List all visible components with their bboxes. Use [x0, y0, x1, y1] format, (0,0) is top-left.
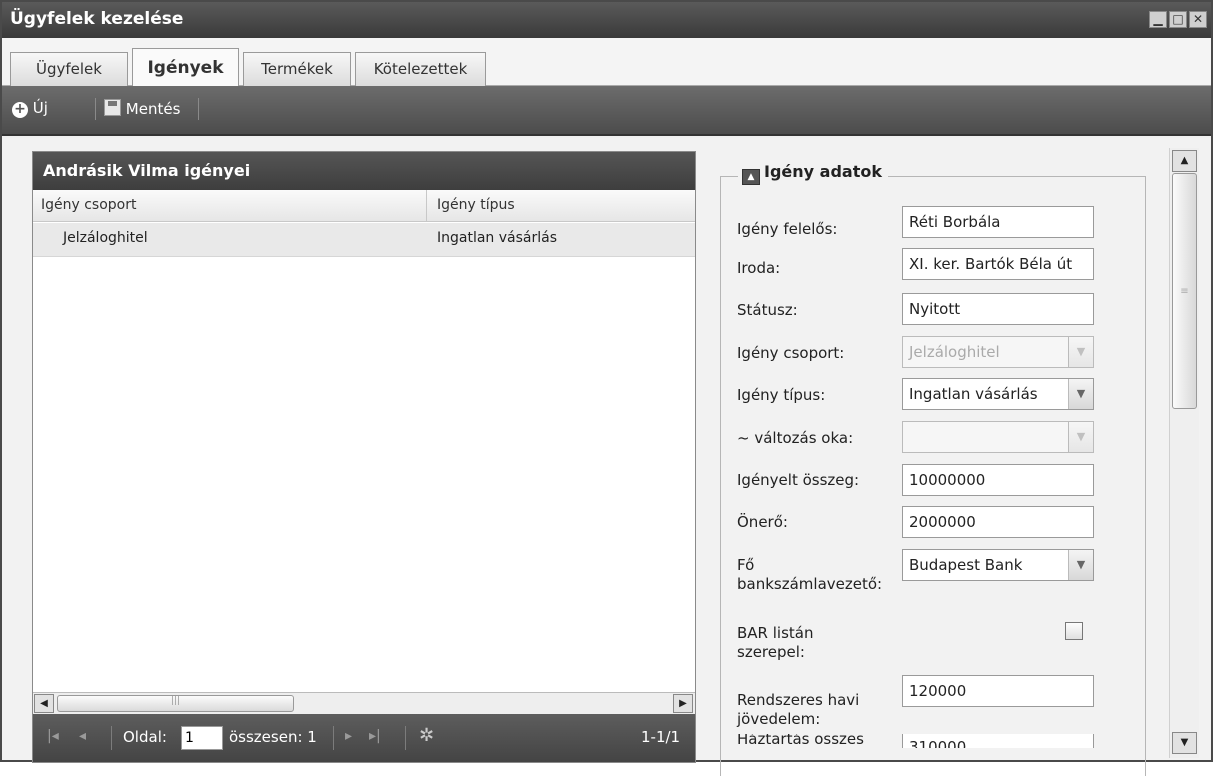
content-area: Andrásik Vilma igényei Igény csoport Igé… [2, 138, 1211, 776]
label-iroda: Iroda: [737, 259, 781, 277]
label-igeny-tipus: Igény típus: [737, 386, 826, 404]
label-igeny-csoport: Igény csoport: [737, 344, 845, 362]
igeny-tipus-select[interactable]: Ingatlan vásárlás ▼ [902, 378, 1094, 410]
tab-igenyek[interactable]: Igények [132, 48, 239, 87]
first-page-icon[interactable]: |◂ [47, 728, 59, 744]
label-bar-listan: BAR listán szerepel: [737, 624, 813, 662]
toolbar-separator [198, 98, 199, 120]
scroll-up-icon[interactable]: ▲ [1172, 150, 1197, 172]
igeny-felelos-field[interactable]: Réti Borbála [902, 206, 1094, 238]
rendszeres-havi-jovedelem-field[interactable]: 120000 [902, 675, 1094, 707]
scroll-right-icon[interactable]: ▶ [673, 694, 693, 713]
tab-bar: Ügyfelek Igények Termékek Kötelezettek [2, 38, 1211, 87]
floppy-disk-icon [104, 99, 121, 116]
onero-field[interactable]: 2000000 [902, 506, 1094, 538]
tab-termekek[interactable]: Termékek [243, 52, 351, 86]
requests-grid: Andrásik Vilma igényei Igény csoport Igé… [32, 151, 696, 763]
fo-bankszamlavezeto-value: Budapest Bank [909, 556, 1023, 574]
label-line: szerepel: [737, 643, 805, 661]
page-range: 1-1/1 [641, 728, 681, 746]
label-igeny-felelos: Igény felelős: [737, 220, 838, 238]
label-haztartas-osszes: Háztartás összes [737, 734, 864, 748]
tab-ugyfelek[interactable]: Ügyfelek [10, 52, 128, 86]
fieldset-legend[interactable]: ▲ Igény adatok [738, 162, 888, 185]
maximize-icon[interactable]: □ [1169, 11, 1187, 28]
label-onero: Önerő: [737, 513, 788, 531]
igeny-csoport-select: Jelzáloghitel ▼ [902, 336, 1094, 368]
label-rendszeres-havi-jovedelem: Rendszeres havi jövedelem: [737, 691, 859, 729]
toolbar-separator [95, 98, 96, 120]
scroll-thumb[interactable]: ≡ [1172, 173, 1197, 409]
chevron-down-icon[interactable]: ▼ [1068, 550, 1093, 580]
igeny-tipus-value: Ingatlan vásárlás [909, 385, 1038, 403]
label-line: jövedelem: [737, 710, 821, 728]
fo-bankszamlavezeto-select[interactable]: Budapest Bank ▼ [902, 549, 1094, 581]
window: Ügyfelek kezelése ▁ □ ✕ Ügyfelek Igények… [0, 0, 1213, 776]
vertical-scrollbar[interactable]: ▲ ≡ ▼ [1169, 148, 1199, 758]
label-statusz: Státusz: [737, 301, 798, 319]
total-pages-label: összesen: 1 [229, 728, 317, 746]
label-igenyelt-osszeg: Igényelt összeg: [737, 471, 860, 489]
plus-circle-icon: + [12, 102, 28, 118]
igeny-csoport-value: Jelzáloghitel [909, 343, 1000, 361]
grid-title: Andrásik Vilma igényei [33, 152, 695, 190]
new-button[interactable]: + Új [12, 99, 48, 118]
previous-page-icon[interactable]: ◂ [79, 728, 86, 744]
valtozas-oka-select: ▼ [902, 421, 1094, 453]
clipped-field-row: Háztartás összes 310000 [720, 734, 1160, 748]
column-header-igeny-tipus[interactable]: Igény típus [429, 190, 695, 222]
label-line: bankszámlavezető: [737, 575, 883, 593]
statusz-field[interactable]: Nyitott [902, 293, 1094, 325]
save-button-label: Mentés [125, 100, 181, 118]
save-button[interactable]: Mentés [104, 99, 180, 118]
last-page-icon[interactable]: ▸| [369, 728, 381, 744]
chevron-down-icon: ▼ [1068, 422, 1093, 452]
paging-toolbar: |◂ ◂ Oldal: összesen: 1 ▸ ▸| ✲ 1-1/1 [33, 714, 695, 762]
toolbar: + Új Mentés [2, 86, 1211, 136]
iroda-field[interactable]: XI. ker. Bartók Béla út [902, 248, 1094, 280]
scroll-left-icon[interactable]: ◀ [34, 694, 54, 713]
legend-label: Igény adatok [764, 162, 882, 181]
horizontal-scrollbar[interactable]: ◀ ||| ▶ [33, 692, 695, 714]
label-line: Fő [737, 556, 755, 574]
collapse-icon[interactable]: ▲ [742, 169, 760, 185]
pager-separator [405, 726, 406, 750]
column-header-igeny-csoport[interactable]: Igény csoport [33, 190, 427, 222]
pager-separator [333, 726, 334, 750]
igenyelt-osszeg-field[interactable]: 10000000 [902, 464, 1094, 496]
chevron-down-icon[interactable]: ▼ [1068, 379, 1093, 409]
chevron-down-icon: ▼ [1068, 337, 1093, 367]
label-line: BAR listán [737, 624, 814, 642]
haztartas-osszes-field[interactable]: 310000 [902, 734, 1094, 748]
close-icon[interactable]: ✕ [1189, 11, 1207, 28]
minimize-icon[interactable]: ▁ [1149, 11, 1167, 28]
cell-igeny-tipus: Ingatlan vásárlás [437, 230, 558, 246]
refresh-icon[interactable]: ✲ [419, 725, 434, 746]
page-label: Oldal: [123, 728, 167, 746]
label-fo-bankszamlavezeto: Fő bankszámlavezető: [737, 556, 882, 594]
bar-listan-checkbox[interactable] [1065, 622, 1083, 640]
next-page-icon[interactable]: ▸ [345, 728, 352, 744]
grid-header: Igény csoport Igény típus [33, 190, 695, 222]
window-title: Ügyfelek kezelése [10, 9, 184, 29]
cell-igeny-csoport: Jelzáloghitel [63, 230, 148, 246]
label-line: Rendszeres havi [737, 691, 860, 709]
title-bar: Ügyfelek kezelése ▁ □ ✕ [2, 2, 1211, 38]
page-number-input[interactable] [181, 726, 223, 750]
scroll-down-icon[interactable]: ▼ [1172, 732, 1197, 754]
table-row[interactable]: Jelzáloghitel Ingatlan vásárlás [33, 223, 695, 257]
scroll-thumb[interactable]: ||| [57, 695, 294, 712]
pager-separator [111, 726, 112, 750]
new-button-label: Új [32, 99, 48, 117]
label-valtozas-oka: ~ változás oka: [737, 429, 854, 447]
tab-kotelezettek[interactable]: Kötelezettek [355, 52, 486, 86]
